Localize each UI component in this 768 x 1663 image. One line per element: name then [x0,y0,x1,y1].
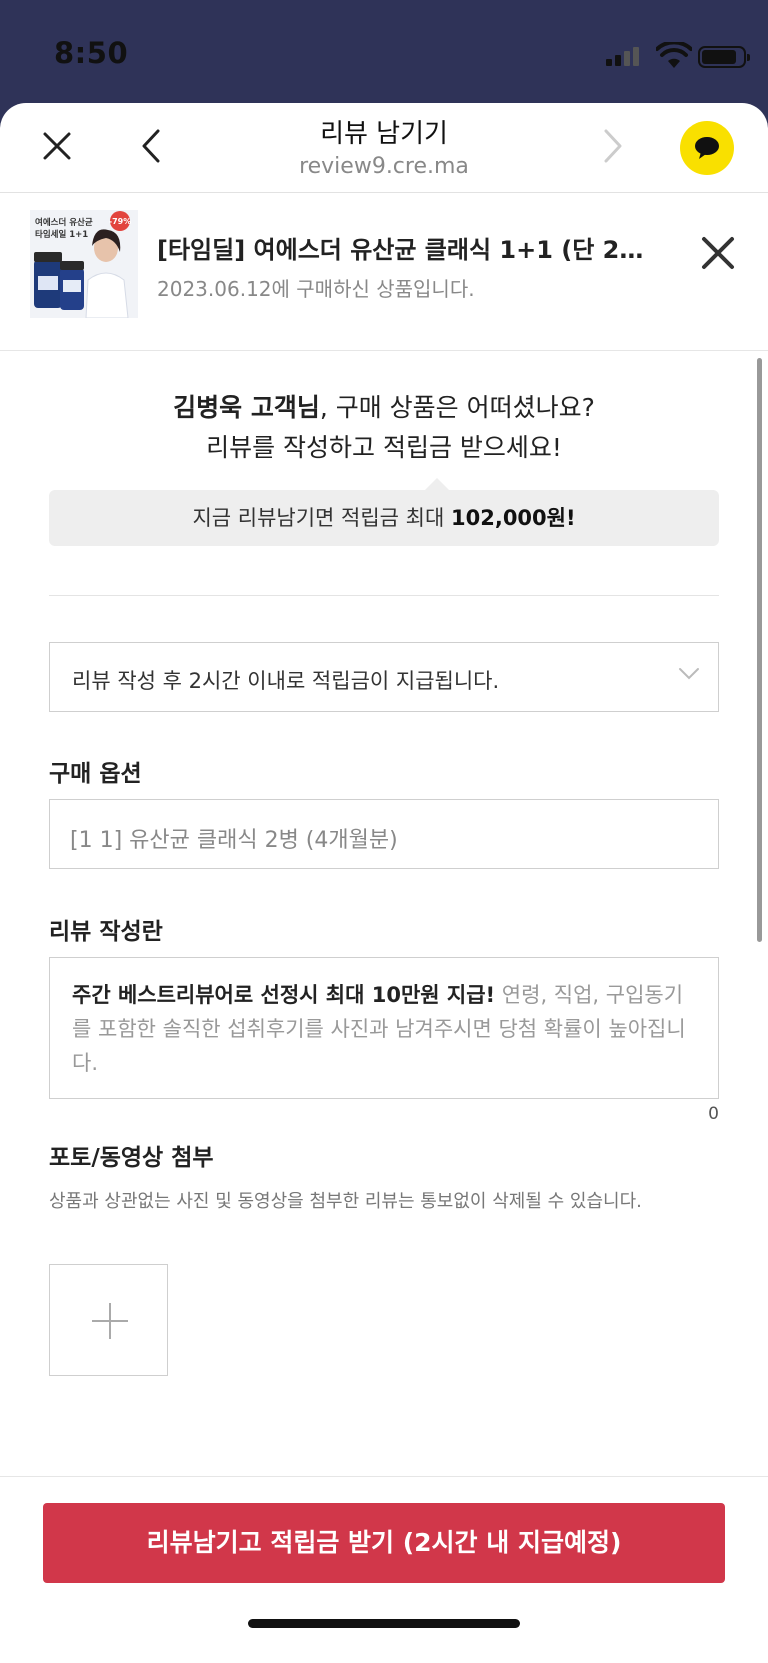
product-remove-icon [702,237,734,269]
kakao-chat-button[interactable] [680,121,734,175]
review-form: 김병욱 고객님, 구매 상품은 어떠셨나요? 리뷰를 작성하고 적립금 받으세요… [0,352,768,1476]
status-time: 8:50 [54,36,129,70]
product-name: [타임딜] 여에스더 유산균 클래식 1+1 (단 2시간… [157,236,657,264]
nav-title-area: 리뷰 남기기 review9.cre.ma [180,113,588,179]
thumb-discount: -79% [109,217,131,226]
page-url: review9.cre.ma [299,154,469,179]
close-icon [43,132,71,160]
review-sheet: 리뷰 남기기 review9.cre.ma [타임딜] 여에스더 유산균 클래식… [0,103,768,1663]
attachment-label: 포토/동영상 첨부 [49,1145,214,1171]
review-placeholder-bold: 주간 베스트리뷰어로 선정시 최대 10만원 지급! [72,983,496,1007]
customer-name: 김병욱 고객님 [173,393,320,422]
navbar: 리뷰 남기기 review9.cre.ma [0,103,768,193]
wifi-icon [656,42,692,68]
battery-icon [698,46,750,68]
status-icons [606,42,750,70]
kakao-chat-icon [695,137,719,159]
review-label: 리뷰 작성란 [49,919,163,945]
page-title: 리뷰 남기기 [320,119,448,149]
chevron-down-icon [679,668,699,680]
back-button[interactable] [126,121,176,171]
greeting: 김병욱 고객님, 구매 상품은 어떠셨나요? 리뷰를 작성하고 적립금 받으세요… [0,388,768,468]
forward-chevron-icon [604,129,622,163]
forward-button[interactable] [588,121,638,171]
reward-info-dropdown[interactable]: 리뷰 작성 후 2시간 이내로 적립금이 지급됩니다. [49,642,719,712]
greeting-line1: , 구매 상품은 어떠셨나요? [319,393,595,422]
greeting-line2: 리뷰를 작성하고 적립금 받으세요! [206,433,562,462]
review-textarea[interactable]: 주간 베스트리뷰어로 선정시 최대 10만원 지급! 연령, 직업, 구입동기를… [49,957,719,1099]
char-count: 0 [708,1104,719,1124]
close-button[interactable] [32,121,82,171]
attachment-notice: 상품과 상관없는 사진 및 동영상을 첨부한 리뷰는 통보없이 삭제될 수 있습… [49,1191,642,1212]
thumb-text-2: 타임세일 1+1 [35,229,88,240]
submit-review-button[interactable]: 리뷰남기고 적립금 받기 (2시간 내 지급예정) [43,1503,725,1583]
product-remove-button[interactable] [696,231,740,275]
reward-amount: 102,000원! [451,506,576,530]
reward-prefix: 지금 리뷰남기면 적립금 최대 [192,506,451,530]
status-bar: 8:50 [0,0,768,105]
purchase-date: 2023.06.12에 구매하신 상품입니다. [157,277,475,301]
add-photo-button[interactable] [49,1264,168,1376]
reward-bubble: 지금 리뷰남기면 적립금 최대 102,000원! [49,478,719,546]
purchase-option-field: [1 1] 유산균 클래식 2병 (4개월분) [49,799,719,869]
bottom-bar: 리뷰남기고 적립금 받기 (2시간 내 지급예정) [0,1476,768,1663]
back-chevron-icon [142,129,160,163]
purchase-option-label: 구매 옵션 [49,761,142,787]
home-indicator[interactable] [248,1619,520,1628]
product-thumbnail: 여에스더 유산균 타임세일 1+1 -79% [30,210,138,318]
thumb-text-1: 여에스더 유산균 [35,217,93,228]
purchase-option-value: [1 1] 유산균 클래식 2병 (4개월분) [70,828,398,853]
divider [49,595,719,596]
reward-info-text: 리뷰 작성 후 2시간 이내로 적립금이 지급됩니다. [72,669,500,693]
